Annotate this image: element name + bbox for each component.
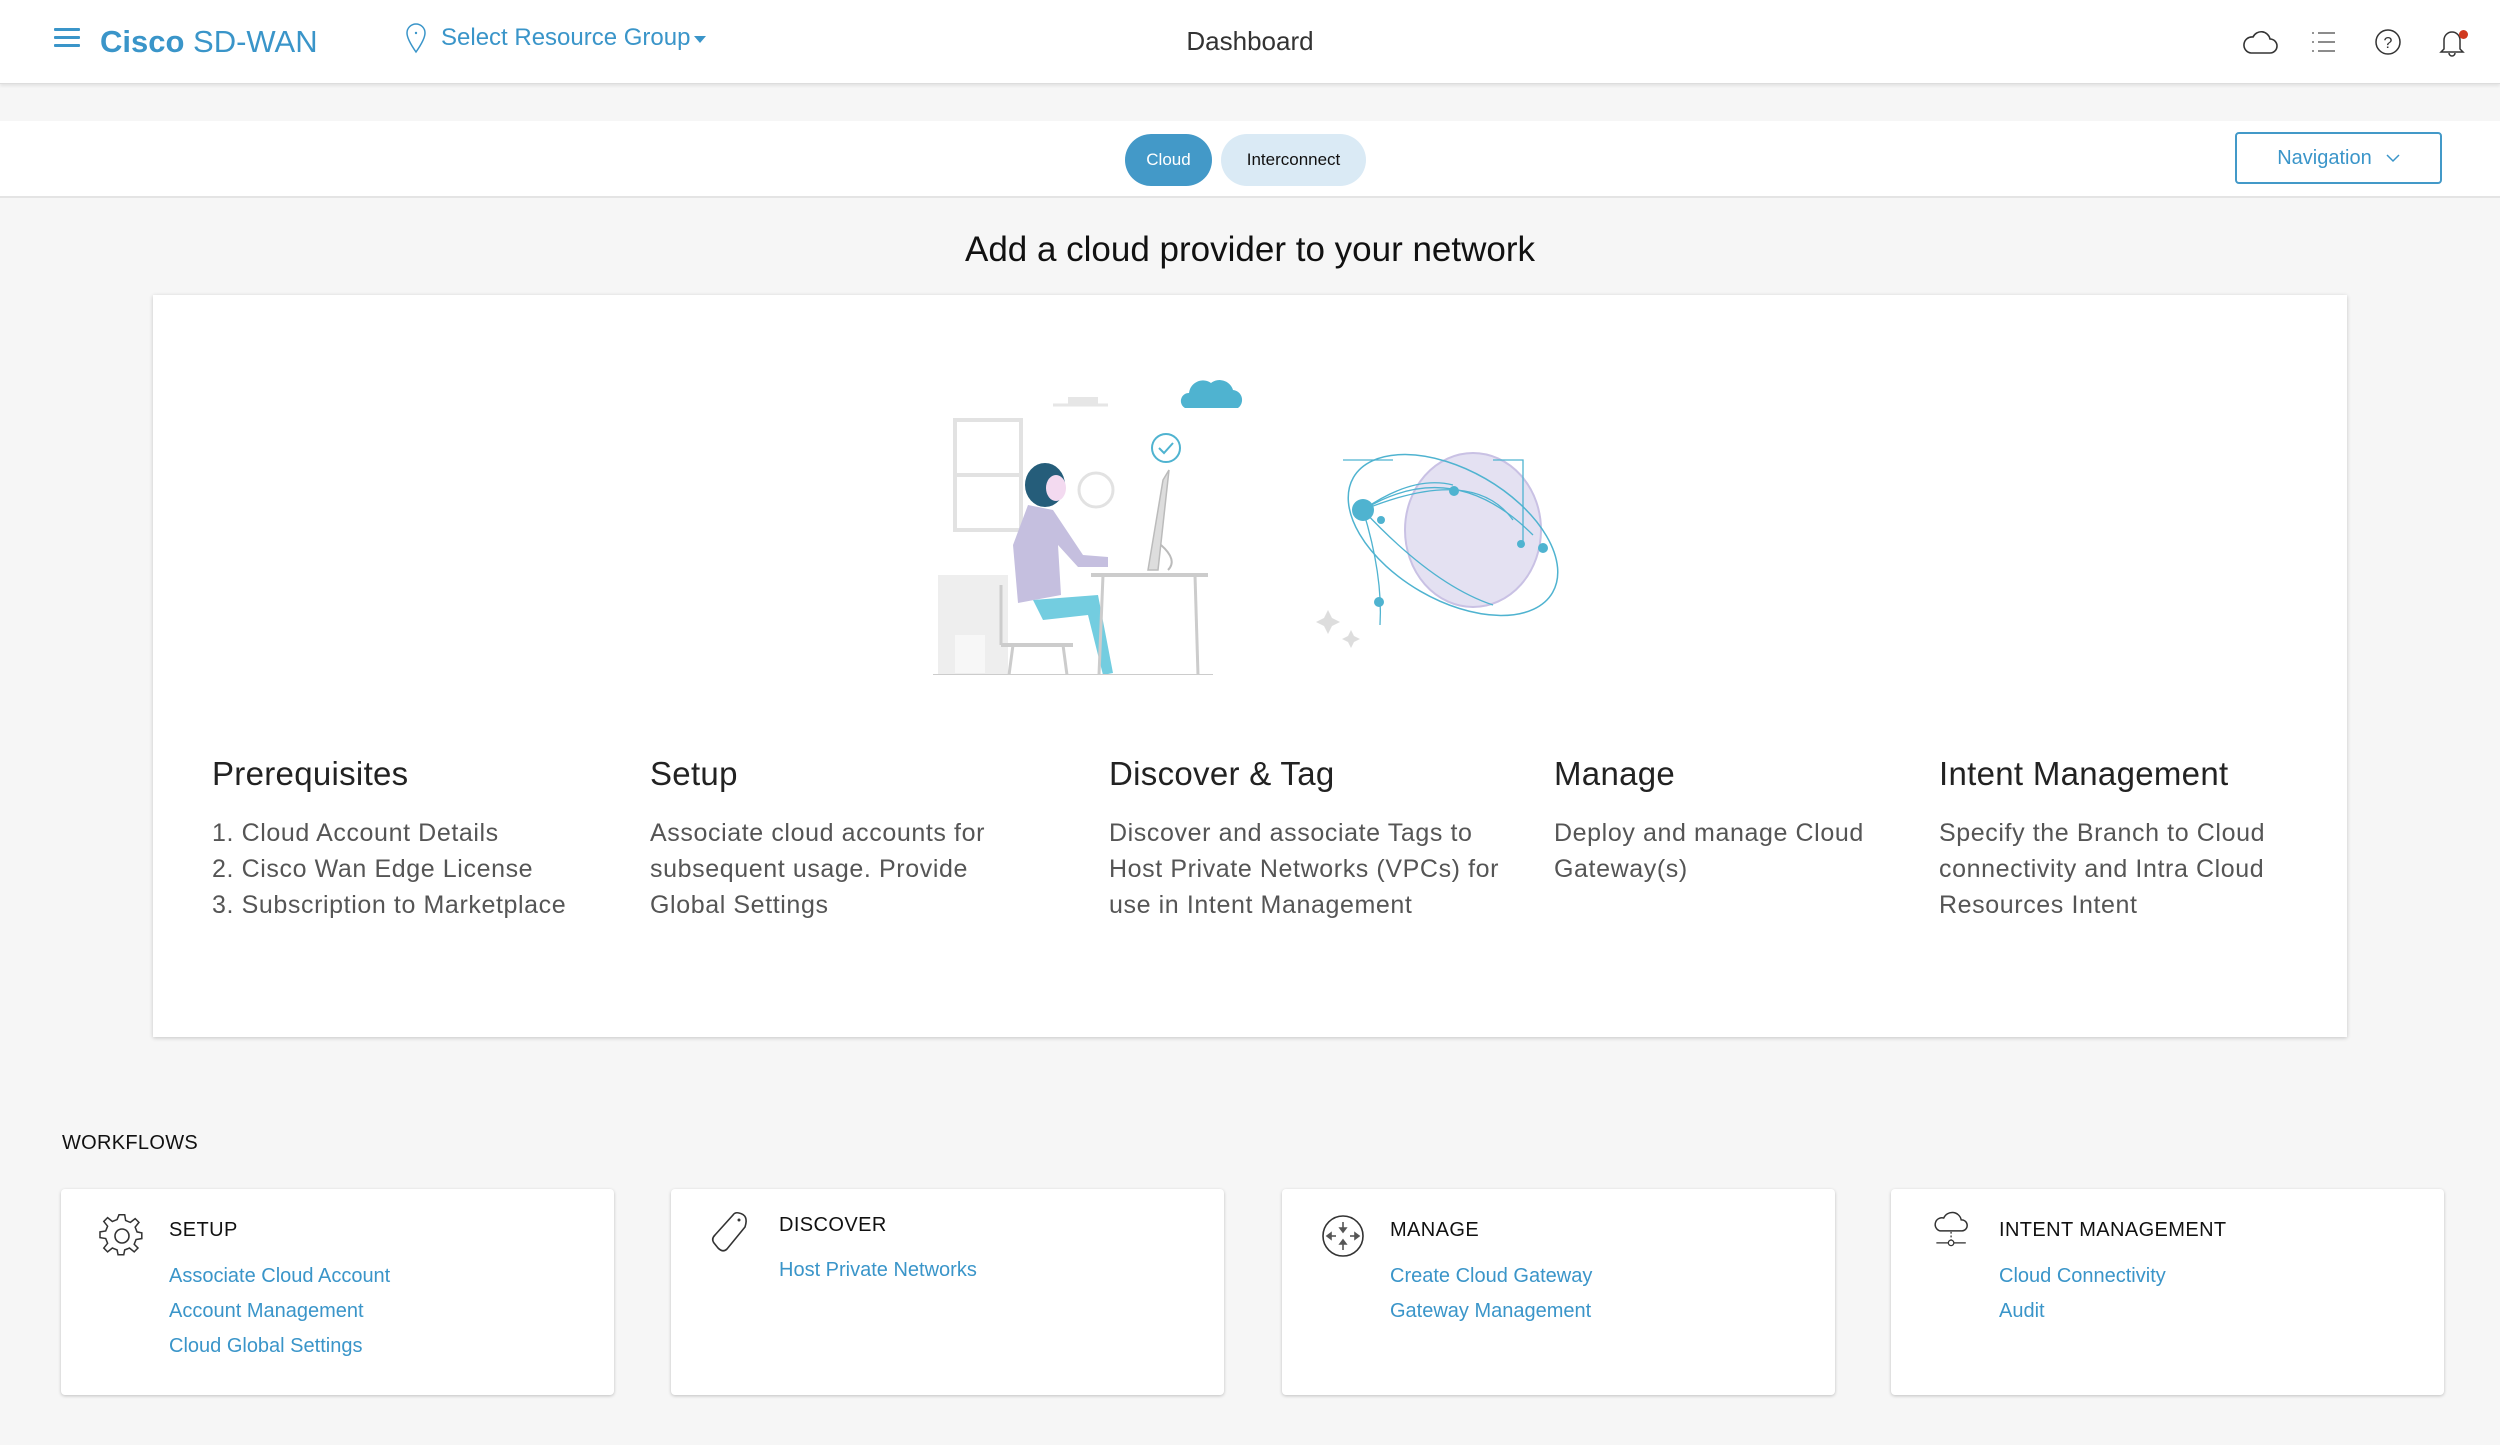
app-brand[interactable]: Cisco SD-WAN xyxy=(100,24,318,60)
page-title: Dashboard xyxy=(1186,26,1314,56)
tab-bar: Cloud Interconnect Navigation xyxy=(0,121,2500,198)
prerequisite-item: 1. Cloud Account Details xyxy=(212,819,499,847)
step-intent-management: Intent Management Specify the Branch to … xyxy=(1939,755,2309,923)
tab-cloud[interactable]: Cloud xyxy=(1125,134,1212,186)
resource-group-label: Select Resource Group xyxy=(441,24,691,51)
step-title: Prerequisites xyxy=(212,755,409,792)
workflow-card-manage: MANAGE Create Cloud Gateway Gateway Mana… xyxy=(1282,1189,1835,1395)
step-description: Discover and associate Tags to Host Priv… xyxy=(1109,819,1500,919)
tab-interconnect[interactable]: Interconnect xyxy=(1221,134,1366,186)
create-cloud-gateway-link[interactable]: Create Cloud Gateway xyxy=(1390,1259,1592,1294)
step-description: Associate cloud accounts for subsequent … xyxy=(650,819,986,919)
location-pin-icon xyxy=(406,23,426,54)
step-setup: Setup Associate cloud accounts for subse… xyxy=(650,755,1050,923)
cloud-connectivity-link[interactable]: Cloud Connectivity xyxy=(1999,1259,2166,1294)
audit-link[interactable]: Audit xyxy=(1999,1294,2166,1329)
main-heading: Add a cloud provider to your network xyxy=(964,230,1536,269)
step-title: Manage xyxy=(1554,755,1676,792)
brand-bold: Cisco xyxy=(100,24,185,59)
host-private-networks-link[interactable]: Host Private Networks xyxy=(779,1253,977,1288)
clock-icon xyxy=(1077,471,1115,509)
account-management-link[interactable]: Account Management xyxy=(169,1294,390,1329)
associate-cloud-account-link[interactable]: Associate Cloud Account xyxy=(169,1259,390,1294)
brand-rest: SD-WAN xyxy=(193,24,318,59)
menu-icon[interactable] xyxy=(54,28,80,50)
cloud-shape xyxy=(1180,380,1243,408)
onboarding-card: Prerequisites 1. Cloud Account Details 2… xyxy=(153,295,2347,1037)
navigation-label: Navigation xyxy=(2277,146,2372,169)
workflow-title: INTENT MANAGEMENT xyxy=(1999,1219,2227,1241)
workflow-card-intent-management: INTENT MANAGEMENT Cloud Connectivity Aud… xyxy=(1891,1189,2444,1395)
step-title: Intent Management xyxy=(1939,755,2229,792)
step-manage: Manage Deploy and manage Cloud Gateway(s… xyxy=(1554,755,1894,887)
cloud-network-icon xyxy=(1934,1211,1968,1247)
navigation-dropdown[interactable]: Navigation xyxy=(2235,132,2442,184)
svg-text:?: ? xyxy=(2384,35,2393,52)
step-description: Specify the Branch to Cloud connectivity… xyxy=(1939,819,2266,919)
bell-icon[interactable] xyxy=(2434,24,2470,60)
notification-badge xyxy=(2459,30,2468,39)
workflow-title: SETUP xyxy=(169,1219,238,1241)
check-icon xyxy=(1151,433,1181,463)
onboarding-illustration xyxy=(933,380,1559,675)
tag-icon xyxy=(711,1211,747,1252)
prerequisite-item: 3. Subscription to Marketplace xyxy=(212,891,567,919)
workflows-label: WORKFLOWS xyxy=(62,1132,199,1154)
gear-icon xyxy=(99,1214,143,1256)
workflow-card-discover: DISCOVER Host Private Networks xyxy=(671,1189,1224,1395)
step-prerequisites: Prerequisites 1. Cloud Account Details 2… xyxy=(212,755,566,923)
gateway-management-link[interactable]: Gateway Management xyxy=(1390,1294,1592,1329)
step-discover-tag: Discover & Tag Discover and associate Ta… xyxy=(1109,755,1509,923)
chevron-down-icon xyxy=(2386,153,2400,162)
top-header: Cisco SD-WAN Select Resource Group Dashb… xyxy=(0,0,2500,84)
workflow-card-setup: SETUP Associate Cloud Account Account Ma… xyxy=(61,1189,614,1395)
help-icon[interactable]: ? xyxy=(2370,24,2406,60)
prerequisite-item: 2. Cisco Wan Edge License xyxy=(212,855,534,883)
cloud-global-settings-link[interactable]: Cloud Global Settings xyxy=(169,1329,390,1364)
cloud-icon[interactable] xyxy=(2242,24,2278,60)
step-title: Discover & Tag xyxy=(1109,755,1335,792)
arrows-converge-icon xyxy=(1322,1215,1364,1257)
list-icon[interactable] xyxy=(2306,24,2342,60)
workflow-title: DISCOVER xyxy=(779,1214,887,1236)
resource-group-select[interactable]: Select Resource Group xyxy=(405,22,707,54)
step-title: Setup xyxy=(650,755,738,792)
step-description: Deploy and manage Cloud Gateway(s) xyxy=(1554,819,1864,883)
caret-down-icon xyxy=(694,36,707,43)
workflow-title: MANAGE xyxy=(1390,1219,1480,1241)
